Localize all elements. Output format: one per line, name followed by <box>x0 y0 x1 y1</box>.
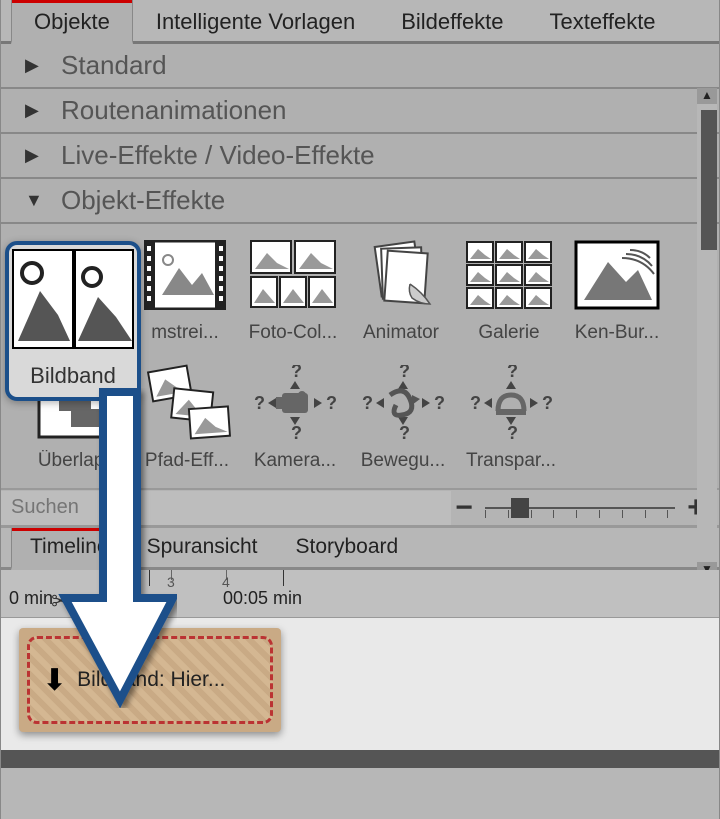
svg-text:?: ? <box>470 393 481 413</box>
svg-text:?: ? <box>362 393 373 413</box>
svg-text:?: ? <box>434 393 445 413</box>
accordion-label: Objekt-Effekte <box>61 185 225 216</box>
zoom-out-button[interactable]: − <box>451 491 477 525</box>
svg-text:?: ? <box>291 365 302 381</box>
tab-intelligente-vorlagen[interactable]: Intelligente Vorlagen <box>133 0 378 41</box>
tab-objekte[interactable]: Objekte <box>11 0 133 44</box>
svg-text:?: ? <box>254 393 265 413</box>
accordion-standard[interactable]: ▶ Standard <box>1 44 719 89</box>
ruler-label-left: 0 min <box>9 588 53 609</box>
panel-scrollbar[interactable]: ▲ ▼ <box>697 88 717 578</box>
drop-label: Bildband: Hier... <box>77 668 225 692</box>
svg-text:?: ? <box>507 423 518 441</box>
chevron-right-icon: ▶ <box>25 55 43 76</box>
chevron-right-icon: ▶ <box>25 100 43 121</box>
track-base <box>1 750 719 768</box>
arrow-down-icon: ⬇ <box>42 663 67 698</box>
effect-label: Foto-Col... <box>249 322 338 344</box>
effect-bildband-highlight[interactable]: Bildband <box>5 241 141 401</box>
zoom-slider[interactable] <box>485 498 675 518</box>
tab-timeline[interactable]: Timeline <box>11 528 128 570</box>
effect-foto-collage[interactable]: Foto-Col... <box>239 232 347 352</box>
tab-storyboard[interactable]: Storyboard <box>276 528 417 567</box>
svg-text:?: ? <box>399 423 410 441</box>
effect-label: Galerie <box>478 322 539 344</box>
bildband-icon <box>12 249 134 349</box>
effect-label: Überlap... <box>38 450 120 472</box>
svg-text:?: ? <box>507 365 518 381</box>
effect-label: Kamera... <box>254 450 336 472</box>
accordion-label: Live-Effekte / Video-Effekte <box>61 140 375 171</box>
effect-filmstreifen[interactable]: mstrei... <box>131 232 239 352</box>
effect-label: mstrei... <box>151 322 219 344</box>
accordion-label: Routenanimationen <box>61 95 287 126</box>
effect-label: Pfad-Eff... <box>145 450 229 472</box>
bottom-tab-bar: Timeline Spuransicht Storyboard <box>1 528 719 570</box>
tab-bildeffekte[interactable]: Bildeffekte <box>378 0 526 41</box>
bildband-label: Bildband <box>30 363 116 389</box>
effect-transparenz[interactable]: ? ? ? ? Transpar... <box>457 360 565 480</box>
accordion-routenanimationen[interactable]: ▶ Routenanimationen <box>1 89 719 134</box>
search-zoom-bar: − + <box>1 488 719 528</box>
svg-text:?: ? <box>326 393 337 413</box>
zoom-slider-handle[interactable] <box>511 498 529 518</box>
effect-ken-burns[interactable]: Ken-Bur... <box>563 232 671 352</box>
scroll-up-button[interactable]: ▲ <box>697 88 717 104</box>
accordion-live-effekte[interactable]: ▶ Live-Effekte / Video-Effekte <box>1 134 719 179</box>
search-input[interactable] <box>1 491 451 525</box>
effect-animator[interactable]: Animator <box>347 232 455 352</box>
effect-label: Bewegu... <box>361 450 446 472</box>
tab-texteffekte[interactable]: Texteffekte <box>527 0 679 41</box>
timeline-ruler[interactable]: 0 min 3 4 00:05 min ✂ <box>1 570 719 618</box>
effect-label: Transpar... <box>466 450 556 472</box>
effect-kameraschwenk[interactable]: ? ? ? ? Kamera... <box>241 360 349 480</box>
zoom-control: − + <box>451 491 719 525</box>
tab-spuransicht[interactable]: Spuransicht <box>128 528 277 567</box>
effect-bewegungspfad[interactable]: ? ? ? ? Bewegu... <box>349 360 457 480</box>
svg-text:?: ? <box>291 423 302 441</box>
effect-label: Ken-Bur... <box>575 322 660 344</box>
effect-galerie[interactable]: Galerie <box>455 232 563 352</box>
chevron-right-icon: ▶ <box>25 145 43 166</box>
svg-text:?: ? <box>399 365 410 381</box>
effect-label: Animator <box>363 322 439 344</box>
chevron-down-icon: ▼ <box>25 190 43 211</box>
scroll-thumb[interactable] <box>701 110 717 250</box>
accordion-label: Standard <box>61 50 167 81</box>
accordion-objekt-effekte[interactable]: ▼ Objekt-Effekte <box>1 179 719 224</box>
scissors-icon[interactable]: ✂ <box>51 586 73 617</box>
svg-text:?: ? <box>542 393 553 413</box>
top-tab-bar: Objekte Intelligente Vorlagen Bildeffekt… <box>1 0 719 44</box>
bildband-drop-target[interactable]: ⬇ Bildband: Hier... <box>19 628 281 732</box>
timeline-tracks[interactable]: ⬇ Bildband: Hier... <box>1 618 719 768</box>
ruler-label-right: 00:05 min <box>223 588 302 609</box>
effect-pfad-effekt[interactable]: Pfad-Eff... <box>133 360 241 480</box>
ruler-tick-3: 3 <box>167 574 175 590</box>
